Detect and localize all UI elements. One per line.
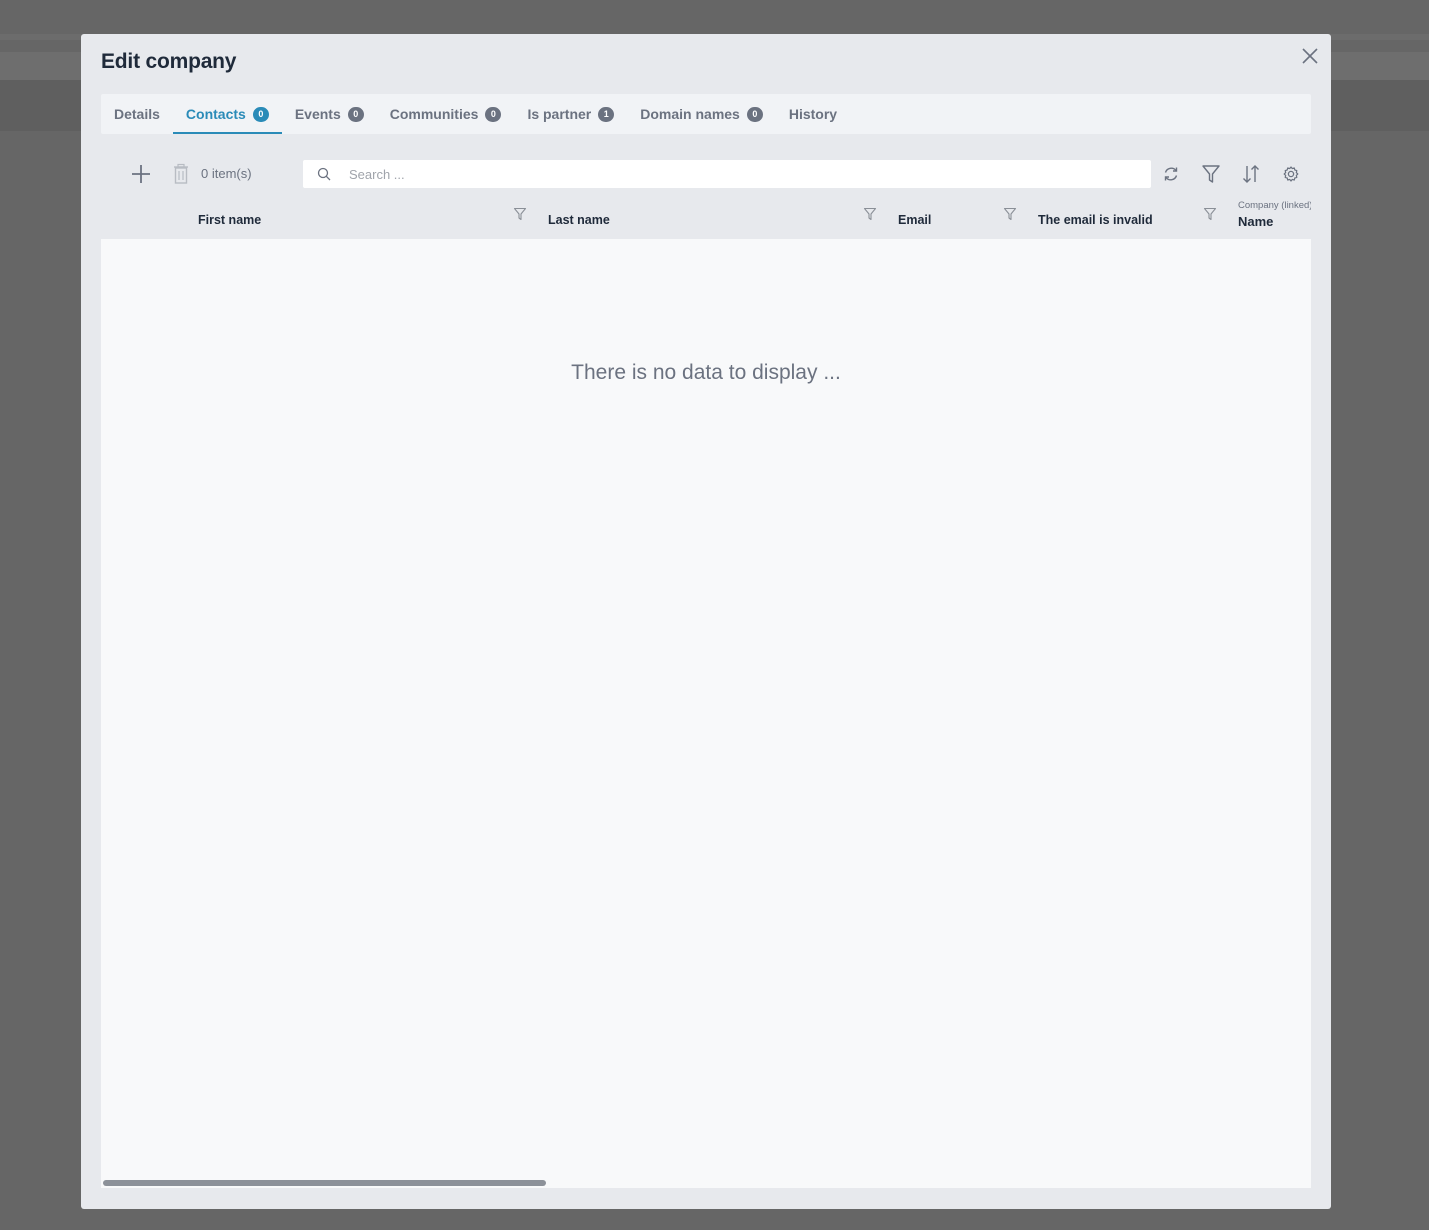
tab-history[interactable]: History xyxy=(776,94,850,134)
search-icon xyxy=(317,167,331,181)
column-header-first-name[interactable]: First name xyxy=(198,213,261,227)
refresh-button[interactable] xyxy=(1160,163,1182,185)
tab-bar: Details Contacts 0 Events 0 Communities … xyxy=(101,94,1311,134)
column-filter-icon[interactable] xyxy=(863,207,877,221)
dialog-title: Edit company xyxy=(101,50,237,73)
horizontal-scrollbar[interactable] xyxy=(103,1180,546,1186)
column-header-email[interactable]: Email xyxy=(898,213,931,227)
column-filter-icon[interactable] xyxy=(1203,207,1217,221)
count-badge: 0 xyxy=(252,106,269,122)
sort-icon xyxy=(1243,165,1259,183)
trash-icon xyxy=(174,163,188,184)
tab-events[interactable]: Events 0 xyxy=(282,94,377,134)
search-input[interactable] xyxy=(349,164,1129,184)
count-badge: 0 xyxy=(347,106,364,122)
close-icon xyxy=(1302,48,1318,64)
count-badge: 0 xyxy=(485,106,502,122)
gear-icon xyxy=(1283,166,1299,182)
count-badge: 1 xyxy=(598,106,615,122)
tab-domain-names[interactable]: Domain names 0 xyxy=(627,94,776,134)
delete-button[interactable] xyxy=(171,162,191,186)
filter-icon xyxy=(1202,165,1220,183)
column-header-row: First name Last name Email The email is … xyxy=(101,200,1311,238)
tab-label: Details xyxy=(114,106,160,122)
plus-icon xyxy=(132,165,150,183)
sort-button[interactable] xyxy=(1240,163,1262,185)
tab-label: Communities xyxy=(389,106,479,122)
column-filter-icon[interactable] xyxy=(1003,207,1017,221)
refresh-icon xyxy=(1164,167,1178,181)
tab-label: Domain names xyxy=(640,106,740,122)
column-header-company-name[interactable]: Name xyxy=(1238,214,1273,229)
grid-body: There is no data to display ... xyxy=(101,239,1311,1188)
tab-label: Is partner xyxy=(527,106,592,122)
close-button[interactable] xyxy=(1299,45,1321,67)
column-header-email-invalid[interactable]: The email is invalid xyxy=(1038,213,1153,227)
tab-communities[interactable]: Communities 0 xyxy=(377,94,515,134)
tab-is-partner[interactable]: Is partner 1 xyxy=(514,94,627,134)
filter-button[interactable] xyxy=(1200,163,1222,185)
edit-company-dialog: Edit company Details Contacts 0 Events 0… xyxy=(81,34,1331,1209)
column-header-last-name[interactable]: Last name xyxy=(548,213,610,227)
empty-state-message: There is no data to display ... xyxy=(571,361,841,384)
add-button[interactable] xyxy=(129,162,153,186)
tab-label: Events xyxy=(294,106,341,122)
column-group-company: Company (linked) xyxy=(1238,200,1311,211)
grid-toolbar: 0 item(s) xyxy=(101,154,1311,194)
tab-details[interactable]: Details xyxy=(101,94,173,134)
item-count: 0 item(s) xyxy=(201,166,252,181)
tab-contacts[interactable]: Contacts 0 xyxy=(172,94,282,134)
settings-button[interactable] xyxy=(1280,163,1302,185)
column-filter-icon[interactable] xyxy=(513,207,527,221)
count-badge: 0 xyxy=(746,106,763,122)
tab-label: History xyxy=(788,106,838,122)
tab-label: Contacts xyxy=(185,106,246,122)
search-box xyxy=(303,160,1151,188)
